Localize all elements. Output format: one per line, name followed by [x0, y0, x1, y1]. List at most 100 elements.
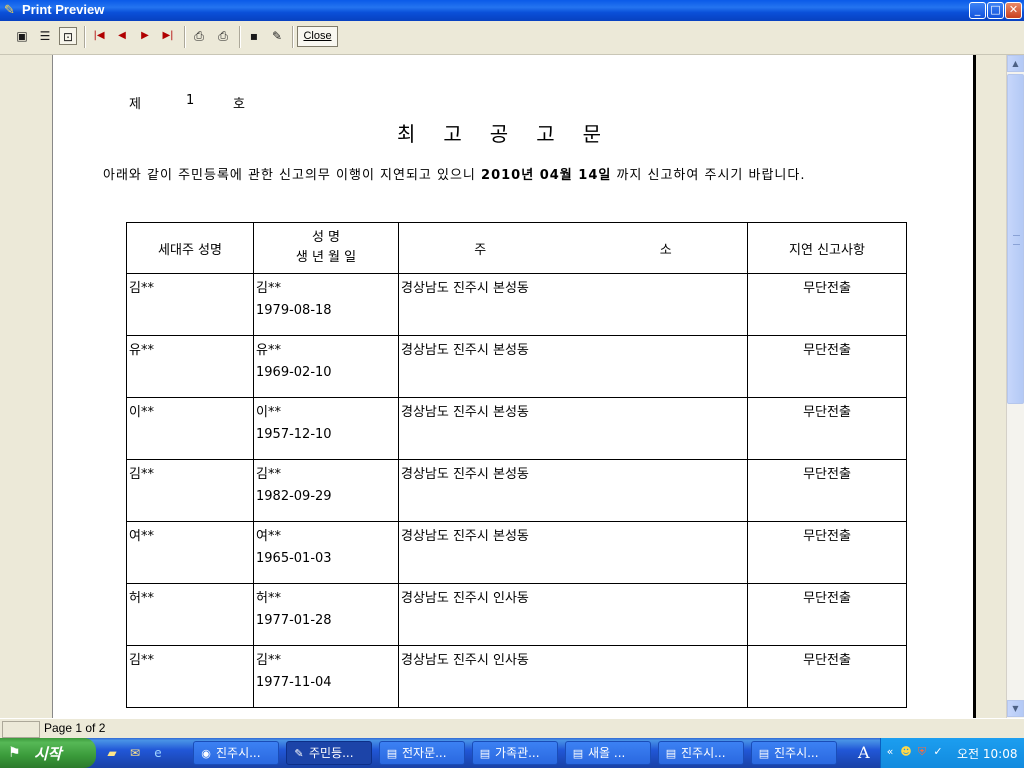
- doc-number-value: 1: [186, 93, 195, 108]
- ie-icon[interactable]: e: [150, 745, 166, 761]
- multi-page-icon[interactable]: ☰: [36, 27, 54, 45]
- title-bar: ✎ Print Preview _ □ ✕: [0, 0, 1024, 21]
- intro-deadline-date: 2010년 04월 14일: [481, 168, 612, 183]
- prev-page-icon[interactable]: ◀: [113, 27, 131, 45]
- taskbar-button[interactable]: ✎ 주민등...: [286, 741, 372, 765]
- taskbar: ⚑ 시작 ▰ ✉ e ◉ 진주시... ✎ 주민등... ▤ 전자문... ▤ 가족관... ▤…: [0, 738, 1024, 768]
- taskbar-button-label: 전자문...: [402, 746, 447, 760]
- cell-name-dob: 허** 1977-01-28: [253, 583, 399, 646]
- householder-name: 여**: [129, 529, 154, 544]
- cell-name-dob: 여** 1965-01-03: [253, 521, 399, 584]
- householder-name: 이**: [129, 405, 154, 420]
- taskbar-button[interactable]: ◉ 진주시...: [193, 741, 279, 765]
- cell-status: 무단전출: [747, 397, 907, 460]
- householder-name: 김**: [129, 653, 154, 668]
- open-icon[interactable]: ✎: [268, 27, 286, 45]
- status-text: 무단전출: [803, 529, 851, 544]
- one-page-icon[interactable]: ▣: [13, 27, 31, 45]
- intro-text-after: 까지 신고하여 주시기 바랍니다.: [611, 168, 806, 183]
- householder-name: 허**: [129, 591, 154, 606]
- tray-security-icon[interactable]: ⛨: [915, 745, 929, 759]
- scroll-down-icon[interactable]: ▼: [1007, 700, 1024, 717]
- cell-householder: 이**: [126, 397, 254, 460]
- window-icon: ◉: [201, 747, 211, 760]
- cell-address: 경상남도 진주시 본성동: [398, 273, 748, 336]
- taskbar-button-label: 가족관...: [495, 746, 540, 760]
- status-text: 무단전출: [803, 343, 851, 358]
- scroll-thumb[interactable]: [1007, 74, 1024, 404]
- address-text: 경상남도 진주시 본성동: [401, 281, 529, 296]
- pencil-app-icon: ✎: [4, 3, 15, 18]
- status-text: 무단전출: [803, 281, 851, 296]
- records-table: 세대주 성명 성 명 생 년 월 일 주 소 지연 신고사항 김** 김** 197…: [126, 222, 907, 708]
- first-page-icon[interactable]: |◀: [90, 27, 108, 45]
- window-icon: ✎: [294, 747, 304, 760]
- taskbar-button[interactable]: ▤ 전자문...: [379, 741, 465, 765]
- status-text: 무단전출: [803, 467, 851, 482]
- vertical-scrollbar[interactable]: ▲ ▼: [1006, 55, 1024, 718]
- table-row: 유** 유** 1969-02-10 경상남도 진주시 본성동 무단전출: [126, 335, 907, 398]
- start-label: 시작: [34, 745, 62, 763]
- table-row: 허** 허** 1977-01-28 경상남도 진주시 인사동 무단전출: [126, 583, 907, 646]
- outlook-icon[interactable]: ✉: [127, 745, 143, 761]
- address-text: 경상남도 진주시 본성동: [401, 343, 529, 358]
- clock: 오전 10:08: [957, 747, 1018, 761]
- address-text: 경상남도 진주시 본성동: [401, 405, 529, 420]
- header-householder: 세대주 성명: [126, 222, 254, 274]
- header-status: 지연 신고사항: [747, 222, 907, 274]
- tray-messenger-icon[interactable]: ☻: [899, 745, 913, 759]
- zoom-page-icon[interactable]: ⊡: [59, 27, 77, 45]
- preview-area: 제 1 호 최고공고문 아래와 같이 주민등록에 관한 신고의무 이행이 지연되…: [0, 55, 1006, 718]
- taskbar-button[interactable]: ▤ 가족관...: [472, 741, 558, 765]
- start-button[interactable]: ⚑ 시작: [0, 738, 96, 768]
- taskbar-button-label: 진주시...: [216, 746, 261, 760]
- cell-name-dob: 김** 1982-09-29: [253, 459, 399, 522]
- status-text: 무단전출: [803, 405, 851, 420]
- system-tray: « ☻ ⛨ ✓ 오전 10:08: [880, 738, 1024, 768]
- close-window-button[interactable]: ✕: [1005, 2, 1022, 19]
- tray-network-icon[interactable]: ✓: [931, 745, 945, 759]
- taskbar-button[interactable]: ▤ 새올 ...: [565, 741, 651, 765]
- window-icon: ▤: [386, 747, 398, 760]
- page-indicator: Page 1 of 2: [44, 721, 106, 735]
- preview-page: 제 1 호 최고공고문 아래와 같이 주민등록에 관한 신고의무 이행이 지연되…: [52, 55, 976, 718]
- print-setup-icon[interactable]: ⎙: [190, 27, 208, 45]
- cell-status: 무단전출: [747, 335, 907, 398]
- windows-flag-icon: ⚑: [8, 745, 21, 761]
- cell-status: 무단전출: [747, 521, 907, 584]
- table-row: 김** 김** 1982-09-29 경상남도 진주시 본성동 무단전출: [126, 459, 907, 522]
- resident-dob: 1982-09-29: [256, 489, 332, 504]
- last-page-icon[interactable]: ▶|: [159, 27, 177, 45]
- header-dob: 생 년 월 일: [295, 250, 357, 265]
- address-text: 경상남도 진주시 인사동: [401, 653, 529, 668]
- folder-icon[interactable]: ▰: [104, 745, 120, 761]
- status-bar: Page 1 of 2: [0, 718, 1024, 739]
- resident-name: 김**: [256, 281, 281, 296]
- ime-indicator[interactable]: A: [858, 743, 870, 762]
- tray-expand-icon[interactable]: «: [883, 745, 897, 759]
- scroll-up-icon[interactable]: ▲: [1007, 55, 1024, 72]
- taskbar-button[interactable]: ▤ 진주시...: [658, 741, 744, 765]
- save-icon[interactable]: ▪: [245, 27, 263, 45]
- restore-button[interactable]: □: [987, 2, 1004, 19]
- taskbar-button[interactable]: ▤ 진주시...: [751, 741, 837, 765]
- resident-name: 김**: [256, 467, 281, 482]
- close-button[interactable]: Close: [297, 26, 338, 47]
- cell-name-dob: 김** 1979-08-18: [253, 273, 399, 336]
- cell-householder: 유**: [126, 335, 254, 398]
- cell-name-dob: 이** 1957-12-10: [253, 397, 399, 460]
- print-icon[interactable]: ⎙: [214, 27, 232, 45]
- address-text: 경상남도 진주시 본성동: [401, 467, 529, 482]
- resident-name: 여**: [256, 529, 281, 544]
- status-text: 무단전출: [803, 653, 851, 668]
- status-text: 무단전출: [803, 591, 851, 606]
- next-page-icon[interactable]: ▶: [136, 27, 154, 45]
- householder-name: 유**: [129, 343, 154, 358]
- table-row: 이** 이** 1957-12-10 경상남도 진주시 본성동 무단전출: [126, 397, 907, 460]
- minimize-button[interactable]: _: [969, 2, 986, 19]
- status-panel: [2, 721, 40, 738]
- householder-name: 김**: [129, 467, 154, 482]
- cell-name-dob: 유** 1969-02-10: [253, 335, 399, 398]
- cell-householder: 허**: [126, 583, 254, 646]
- doc-number-suffix: 호: [233, 97, 245, 112]
